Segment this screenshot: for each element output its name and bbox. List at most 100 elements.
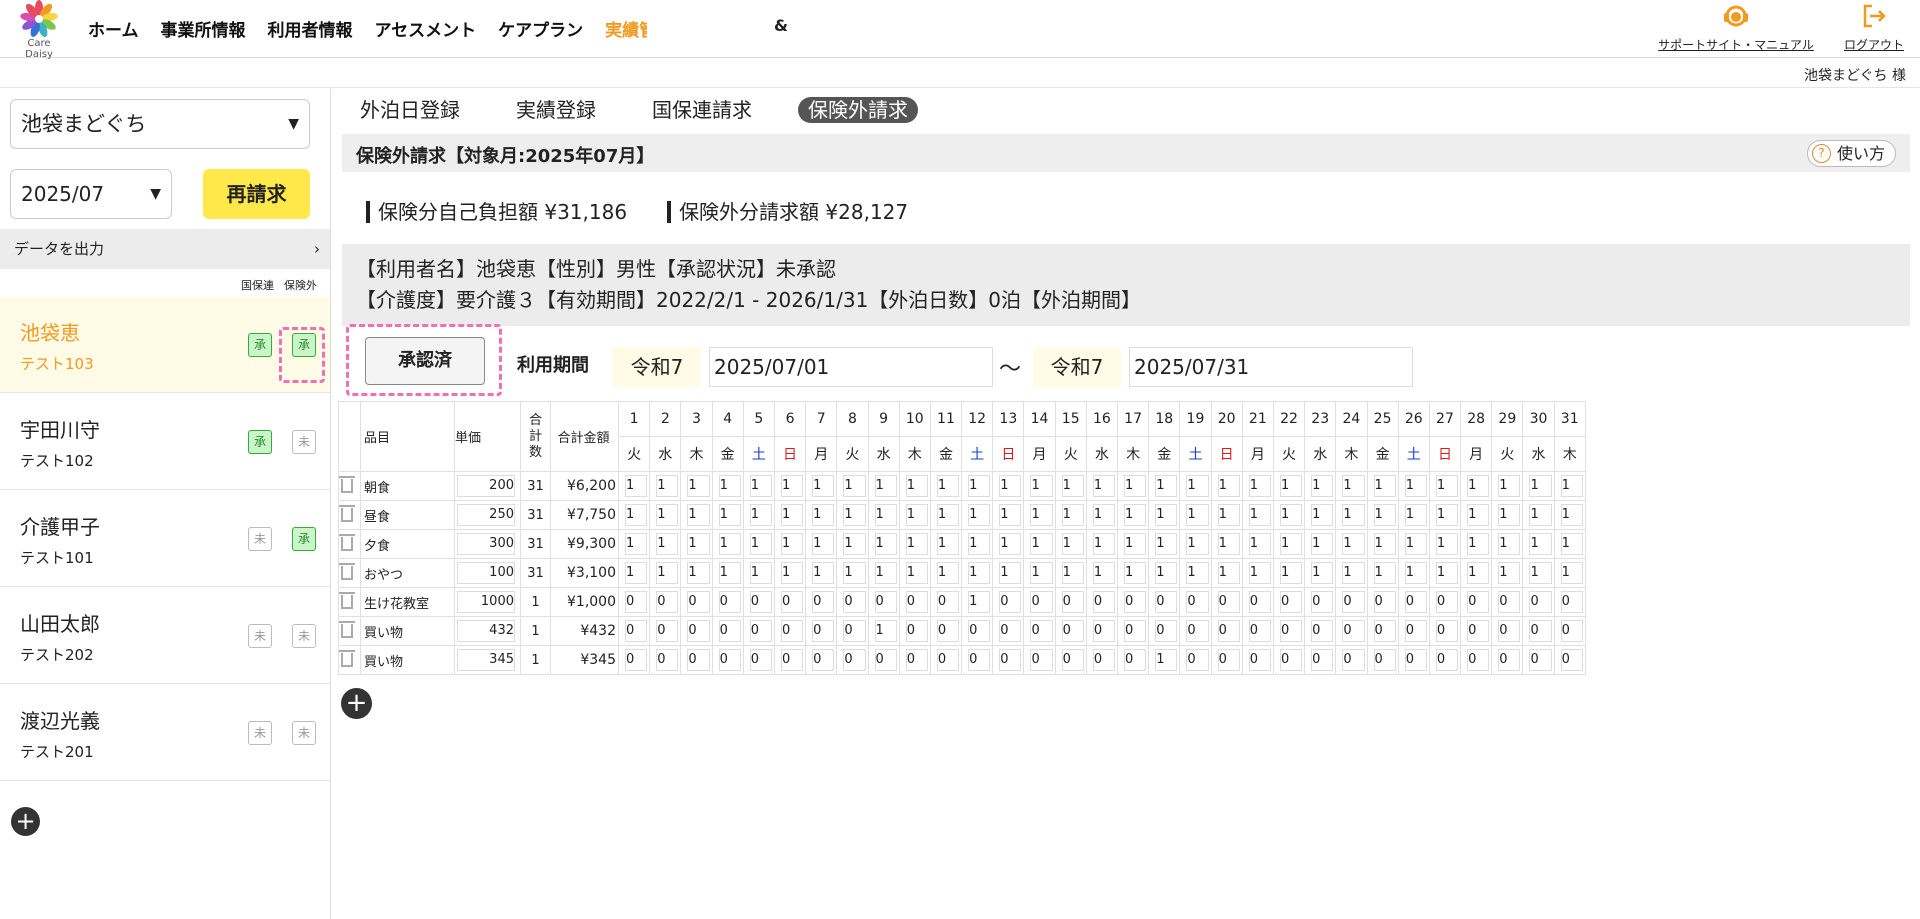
unit-price[interactable]: 250 <box>454 500 521 530</box>
day-quantity-value[interactable]: 1 <box>1404 533 1427 555</box>
day-quantity[interactable]: 0 <box>961 616 994 646</box>
day-quantity[interactable]: 0 <box>649 645 682 675</box>
day-quantity[interactable]: 0 <box>742 645 775 675</box>
day-quantity-value[interactable]: 0 <box>1124 620 1147 642</box>
unit-price[interactable]: 432 <box>454 616 521 646</box>
day-quantity-value[interactable]: 1 <box>874 504 897 526</box>
day-quantity-value[interactable]: 0 <box>843 649 866 671</box>
day-quantity[interactable]: 0 <box>1428 587 1462 617</box>
day-quantity[interactable]: 1 <box>1085 500 1119 530</box>
day-quantity[interactable]: 1 <box>929 500 963 530</box>
nav-care-plan[interactable]: ケアプラン <box>498 16 583 41</box>
day-quantity-value[interactable]: 1 <box>1342 562 1365 584</box>
day-quantity-value[interactable]: 0 <box>843 591 866 613</box>
day-quantity-value[interactable]: 0 <box>1498 649 1521 671</box>
day-quantity[interactable]: 0 <box>1460 587 1493 617</box>
day-quantity-value[interactable]: 0 <box>1467 591 1490 613</box>
day-quantity[interactable]: 1 <box>1397 558 1430 588</box>
day-quantity[interactable]: 1 <box>1054 500 1087 530</box>
day-quantity[interactable]: 1 <box>1023 471 1056 501</box>
day-quantity-value[interactable]: 0 <box>1248 649 1271 671</box>
day-quantity-value[interactable]: 0 <box>1248 620 1271 642</box>
day-quantity[interactable]: 0 <box>929 645 963 675</box>
day-quantity[interactable]: 1 <box>1460 529 1493 559</box>
month-select[interactable]: 2025/07 ▼ <box>10 169 172 219</box>
day-quantity[interactable]: 1 <box>1272 558 1306 588</box>
day-quantity-value[interactable]: 0 <box>1279 591 1303 613</box>
day-quantity[interactable]: 0 <box>1179 616 1212 646</box>
day-quantity[interactable]: 1 <box>711 471 744 501</box>
day-quantity-value[interactable]: 1 <box>1124 475 1147 497</box>
day-quantity-value[interactable]: 0 <box>812 620 835 642</box>
day-quantity[interactable]: 0 <box>992 616 1025 646</box>
day-quantity[interactable]: 1 <box>961 500 994 530</box>
day-quantity[interactable]: 1 <box>1054 529 1087 559</box>
day-quantity-value[interactable]: 1 <box>1279 504 1303 526</box>
day-quantity-value[interactable]: 1 <box>1373 504 1396 526</box>
tab-national-billing[interactable]: 国保連請求 <box>642 97 762 123</box>
day-quantity[interactable]: 1 <box>929 529 963 559</box>
delete-row-button[interactable] <box>338 616 361 646</box>
day-quantity-value[interactable]: 1 <box>812 475 835 497</box>
day-quantity[interactable]: 0 <box>1272 616 1306 646</box>
day-quantity[interactable]: 0 <box>711 616 744 646</box>
day-quantity-value[interactable]: 1 <box>874 475 897 497</box>
day-quantity-value[interactable]: 1 <box>1311 533 1334 555</box>
add-resident-button[interactable]: + <box>11 807 40 836</box>
day-quantity-value[interactable]: 0 <box>999 620 1022 642</box>
day-quantity-value[interactable]: 1 <box>1560 475 1583 497</box>
day-quantity[interactable]: 1 <box>992 471 1025 501</box>
day-quantity-value[interactable]: 1 <box>812 504 835 526</box>
day-quantity-value[interactable]: 0 <box>999 591 1022 613</box>
day-quantity[interactable]: 1 <box>867 500 900 530</box>
day-quantity-value[interactable]: 1 <box>1342 504 1365 526</box>
day-quantity[interactable]: 1 <box>836 500 869 530</box>
day-quantity-value[interactable]: 0 <box>1529 591 1552 613</box>
day-quantity-value[interactable]: 0 <box>1529 620 1552 642</box>
tab-performance-registration[interactable]: 実績登録 <box>506 97 606 123</box>
howto-button[interactable]: ? 使い方 <box>1806 140 1896 167</box>
day-quantity[interactable]: 1 <box>929 558 963 588</box>
nav-performance[interactable]: 実績管理 <box>605 16 647 41</box>
day-quantity-value[interactable]: 0 <box>1342 620 1365 642</box>
day-quantity[interactable]: 1 <box>898 558 931 588</box>
day-quantity[interactable]: 0 <box>1116 587 1150 617</box>
day-quantity-value[interactable]: 1 <box>1311 504 1334 526</box>
day-quantity[interactable]: 1 <box>680 471 713 501</box>
delete-row-button[interactable] <box>338 587 361 617</box>
day-quantity[interactable]: 0 <box>1210 616 1243 646</box>
day-quantity[interactable]: 1 <box>929 471 963 501</box>
day-quantity[interactable]: 1 <box>898 471 931 501</box>
day-quantity-value[interactable]: 0 <box>1217 591 1240 613</box>
day-quantity[interactable]: 0 <box>1241 587 1274 617</box>
day-quantity[interactable]: 1 <box>1023 558 1056 588</box>
day-quantity-value[interactable]: 1 <box>1217 562 1240 584</box>
day-quantity-value[interactable]: 1 <box>1279 562 1303 584</box>
day-quantity[interactable]: 1 <box>1460 558 1493 588</box>
day-quantity[interactable]: 1 <box>1460 500 1493 530</box>
day-quantity[interactable]: 1 <box>1522 471 1555 501</box>
day-quantity[interactable]: 0 <box>992 587 1025 617</box>
day-quantity[interactable]: 0 <box>1553 645 1586 675</box>
day-quantity[interactable]: 0 <box>1304 645 1337 675</box>
day-quantity[interactable]: 1 <box>1335 558 1368 588</box>
day-quantity-value[interactable]: 0 <box>1498 591 1521 613</box>
day-quantity-value[interactable]: 0 <box>874 591 897 613</box>
day-quantity[interactable]: 0 <box>617 645 651 675</box>
day-quantity[interactable]: 1 <box>1054 471 1087 501</box>
day-quantity-value[interactable]: 0 <box>1279 620 1303 642</box>
day-quantity[interactable]: 0 <box>1522 616 1555 646</box>
day-quantity-value[interactable]: 1 <box>749 533 772 555</box>
day-quantity-value[interactable]: 0 <box>1560 620 1583 642</box>
day-quantity[interactable]: 1 <box>961 529 994 559</box>
day-quantity[interactable]: 0 <box>1054 587 1087 617</box>
day-quantity-value[interactable]: 1 <box>1092 533 1115 555</box>
day-quantity[interactable]: 0 <box>836 587 869 617</box>
unit-price[interactable]: 200 <box>454 471 521 501</box>
day-quantity-value[interactable]: 1 <box>1560 504 1583 526</box>
day-quantity[interactable]: 1 <box>1522 529 1555 559</box>
day-quantity-value[interactable]: 0 <box>625 620 648 642</box>
day-quantity[interactable]: 1 <box>773 500 807 530</box>
day-quantity-value[interactable]: 1 <box>1529 562 1552 584</box>
day-quantity-value[interactable]: 1 <box>1155 504 1178 526</box>
